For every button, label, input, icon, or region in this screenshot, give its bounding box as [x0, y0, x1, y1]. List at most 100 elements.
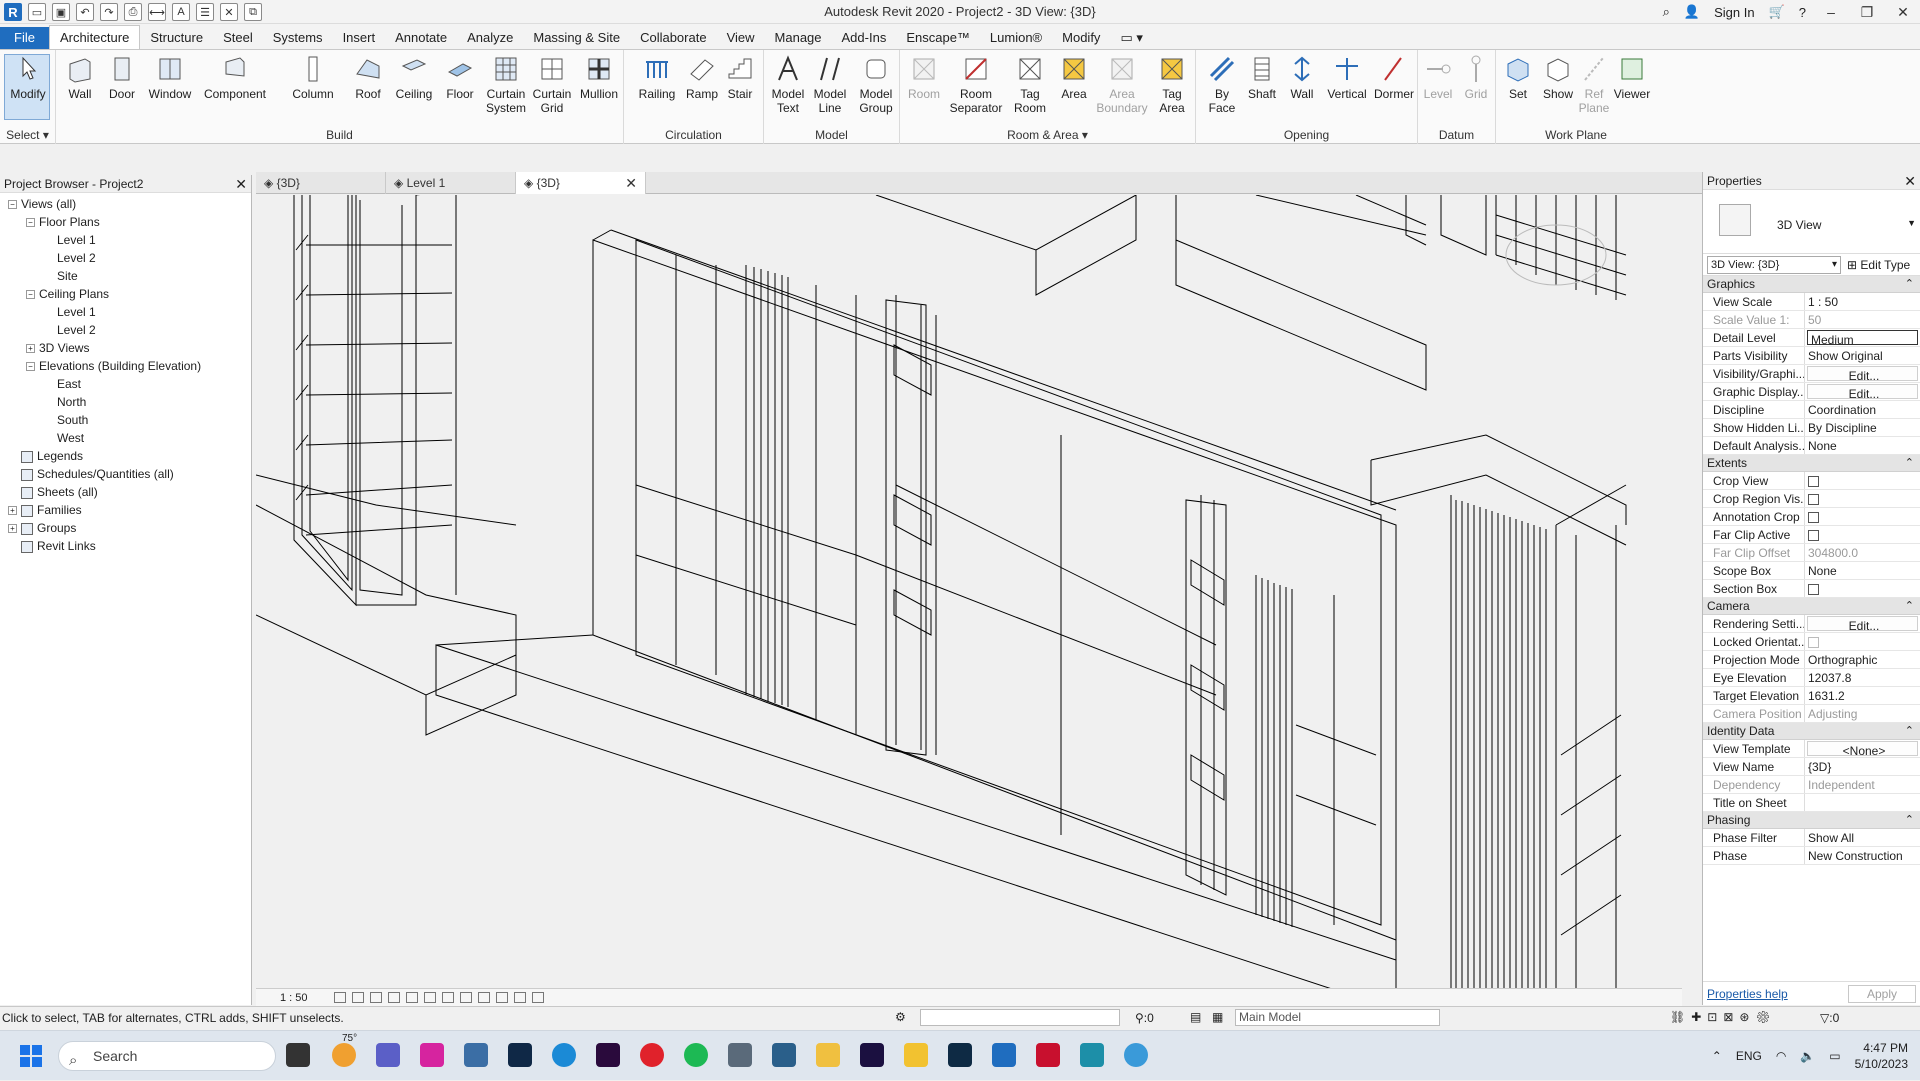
3ds-max-icon[interactable] — [1080, 1043, 1104, 1067]
collapse-icon[interactable]: − — [8, 200, 17, 210]
mullion-button[interactable]: Mullion — [576, 54, 622, 101]
revit-icon[interactable] — [992, 1043, 1016, 1067]
property-value[interactable] — [1805, 580, 1920, 597]
checkbox[interactable] — [1808, 494, 1819, 505]
property-value[interactable]: None — [1805, 562, 1920, 579]
tab-modify[interactable]: Modify — [1052, 27, 1110, 49]
door-button[interactable]: Door — [102, 54, 142, 101]
property-category[interactable]: Graphics — [1703, 276, 1920, 293]
tree-node[interactable]: South — [0, 411, 251, 429]
room-area-group-label[interactable]: Room & Area ▾ — [900, 128, 1195, 142]
temporary-hide-icon[interactable] — [477, 992, 490, 1003]
edit-type-button[interactable]: ⊞ Edit Type — [1847, 258, 1910, 272]
curtain-system-button[interactable]: Curtain System — [484, 54, 528, 115]
collapse-icon[interactable]: − — [26, 218, 35, 228]
collapse-icon[interactable]: − — [26, 362, 35, 372]
column-button[interactable]: Column — [288, 54, 338, 101]
tree-node[interactable]: + Families — [0, 501, 251, 519]
help-icon[interactable]: ? — [1799, 5, 1806, 20]
app-icon[interactable] — [728, 1043, 752, 1067]
tab-analyze[interactable]: Analyze — [457, 27, 523, 49]
tree-node[interactable]: Legends — [0, 447, 251, 465]
property-value[interactable]: New Construction — [1805, 847, 1920, 864]
grid-button[interactable]: Grid — [1456, 54, 1496, 101]
property-value[interactable]: By Discipline — [1805, 419, 1920, 436]
property-value[interactable]: Medium — [1807, 330, 1918, 345]
battery-icon[interactable]: ▭ — [1829, 1049, 1840, 1063]
tab-collaborate[interactable]: Collaborate — [630, 27, 717, 49]
tag-room-button[interactable]: Tag Room — [1008, 54, 1052, 115]
checkbox[interactable] — [1808, 512, 1819, 523]
curtain-grid-button[interactable]: Curtain Grid — [530, 54, 574, 115]
checkbox[interactable] — [1808, 584, 1819, 595]
app-icon[interactable] — [1124, 1043, 1148, 1067]
property-value[interactable] — [1805, 472, 1920, 489]
design-option-dropdown[interactable]: Main Model — [1235, 1009, 1440, 1026]
close-button[interactable]: ✕ — [1892, 4, 1914, 21]
wall-opening-button[interactable]: Wall — [1282, 54, 1322, 101]
file-explorer-icon[interactable] — [904, 1043, 928, 1067]
render-icon[interactable] — [405, 992, 418, 1003]
select-group-label[interactable]: Select ▾ — [0, 128, 55, 142]
app-icon[interactable] — [772, 1043, 796, 1067]
apply-button[interactable]: Apply — [1848, 984, 1916, 1003]
detail-level-icon[interactable] — [333, 992, 346, 1003]
property-value[interactable]: {3D} — [1805, 758, 1920, 775]
close-icon[interactable]: ✕ — [625, 172, 637, 194]
property-value[interactable] — [1805, 526, 1920, 543]
tab-insert[interactable]: Insert — [333, 27, 386, 49]
properties-help-link[interactable]: Properties help — [1707, 987, 1788, 1001]
autocad-icon[interactable] — [1036, 1043, 1060, 1067]
checkbox[interactable] — [1808, 530, 1819, 541]
shaft-button[interactable]: Shaft — [1242, 54, 1282, 101]
close-icon[interactable]: ✕ — [1904, 172, 1916, 190]
text-icon[interactable]: A — [172, 3, 190, 21]
property-value[interactable]: Orthographic — [1805, 651, 1920, 668]
shadows-icon[interactable] — [387, 992, 400, 1003]
design-options-icon[interactable]: ▤ — [1190, 1010, 1201, 1024]
opera-icon[interactable] — [640, 1043, 664, 1067]
tree-node[interactable]: − Elevations (Building Elevation) — [0, 357, 251, 375]
tab-architecture[interactable]: Architecture — [48, 25, 141, 49]
set-button[interactable]: Set — [1498, 54, 1538, 101]
property-value[interactable]: 1631.2 — [1805, 687, 1920, 704]
by-face-button[interactable]: By Face — [1202, 54, 1242, 115]
property-value[interactable]: Show All — [1805, 829, 1920, 846]
property-value[interactable] — [1805, 508, 1920, 525]
selection-toggles[interactable]: ⛓✚⊡⊠⊛⚙ — [1670, 1010, 1777, 1024]
tree-node[interactable]: Level 2 — [0, 249, 251, 267]
property-category[interactable]: Extents — [1703, 455, 1920, 472]
property-value[interactable]: Edit... — [1807, 366, 1918, 381]
measure-icon[interactable]: ⟷ — [148, 3, 166, 21]
lock-3d-icon[interactable] — [459, 992, 472, 1003]
view-tab[interactable]: ◈ Level 1 — [386, 172, 516, 194]
property-value[interactable]: Edit... — [1807, 616, 1918, 631]
teams-icon[interactable] — [376, 1043, 400, 1067]
open-icon[interactable]: ▭ — [28, 3, 46, 21]
language-indicator[interactable]: ENG — [1736, 1049, 1762, 1063]
taskbar-search[interactable]: ⌕ Search — [58, 1041, 276, 1071]
property-value[interactable] — [1805, 490, 1920, 507]
property-value[interactable] — [1805, 794, 1920, 811]
tree-node[interactable]: − Views (all) — [0, 195, 251, 213]
type-selector[interactable]: 3D View ▼ — [1703, 190, 1920, 254]
view-tab[interactable]: ◈ {3D} ✕ — [516, 172, 646, 194]
spotify-icon[interactable] — [684, 1043, 708, 1067]
model-text-button[interactable]: Model Text — [768, 54, 808, 115]
tree-node[interactable]: West — [0, 429, 251, 447]
expand-icon[interactable]: + — [26, 344, 35, 354]
close-icon[interactable]: ✕ — [235, 175, 247, 193]
room-separator-button[interactable]: Room Separator — [946, 54, 1006, 115]
constraints-icon[interactable] — [531, 992, 544, 1003]
minimize-button[interactable]: – — [1820, 4, 1842, 20]
tab-manage[interactable]: Manage — [765, 27, 832, 49]
tag-area-button[interactable]: Tag Area — [1150, 54, 1194, 115]
tab-lumion[interactable]: Lumion® — [980, 27, 1052, 49]
property-category[interactable]: Identity Data — [1703, 723, 1920, 740]
tree-node[interactable]: − Ceiling Plans — [0, 285, 251, 303]
print-icon[interactable]: ⎙ — [124, 3, 142, 21]
user-icon[interactable]: 👤 — [1684, 4, 1700, 20]
level-button[interactable]: Level — [1418, 54, 1458, 101]
tab-systems[interactable]: Systems — [263, 27, 333, 49]
checkbox[interactable] — [1808, 637, 1819, 648]
